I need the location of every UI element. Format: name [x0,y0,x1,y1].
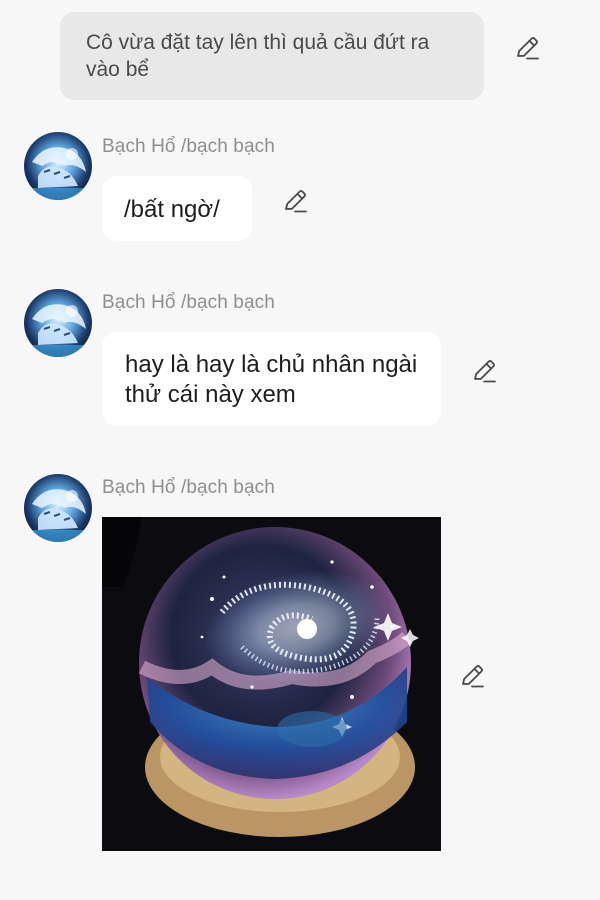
edit-icon[interactable] [471,358,497,384]
message-bubble: /bất ngờ/ [102,176,252,241]
white-tiger-avatar-icon [24,132,92,200]
white-tiger-avatar-icon [24,289,92,357]
avatar[interactable] [24,289,92,357]
galaxy-ball-image [102,517,441,851]
sender-name: Bạch Hổ /bạch bạch [102,136,275,157]
avatar[interactable] [24,474,92,542]
message-bubble: hay là hay là chủ nhân ngài thử cái này … [102,332,441,426]
white-tiger-avatar-icon [24,474,92,542]
avatar[interactable] [24,132,92,200]
sender-name: Bạch Hổ /bạch bạch [102,477,275,498]
message-text: Cô vừa đặt tay lên thì quả cầu đứt ra và… [86,31,430,81]
crystal-galaxy-ball-photo[interactable] [102,517,441,851]
message-text: hay là hay là chủ nhân ngài thử cái này … [125,351,418,408]
sender-name: Bạch Hổ /bạch bạch [102,292,275,313]
edit-icon[interactable] [514,35,540,61]
message-bubble-self: Cô vừa đặt tay lên thì quả cầu đứt ra và… [60,12,484,100]
edit-icon[interactable] [282,188,308,214]
edit-icon[interactable] [459,663,485,689]
message-text: /bất ngờ/ [124,196,220,223]
